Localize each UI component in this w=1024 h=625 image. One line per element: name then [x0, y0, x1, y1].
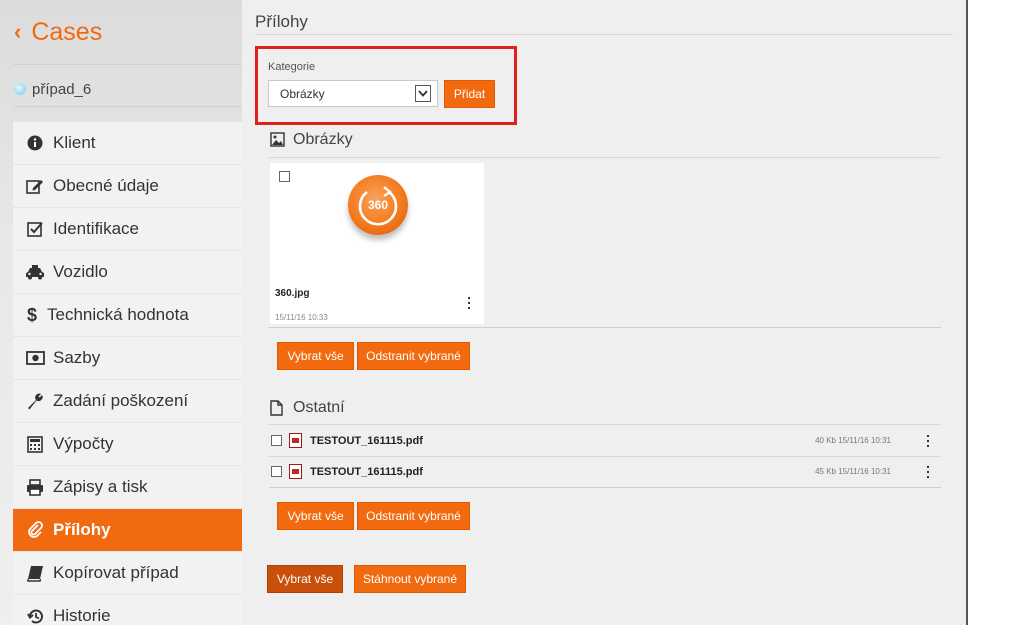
- sidebar-item-label: Obecné údaje: [53, 176, 159, 195]
- add-button[interactable]: Přidat: [444, 80, 495, 108]
- book-icon: [25, 563, 45, 583]
- file-more-options-icon[interactable]: [925, 466, 931, 478]
- sidebar-menu: Klient Obecné údaje Identifikace Vozidlo…: [13, 122, 242, 625]
- images-section-label: Obrázky: [293, 131, 353, 148]
- info-icon: [25, 133, 45, 153]
- sidebar-item-label: Klient: [53, 133, 96, 152]
- image-file-name: 360.jpg: [275, 288, 310, 299]
- sidebar: ‹ Cases případ_6 Klient Obecné údaje Ide…: [0, 0, 242, 625]
- checkbox-icon: [25, 219, 45, 239]
- calculator-icon: [25, 434, 45, 454]
- chevron-down-icon[interactable]: [415, 85, 431, 102]
- download-selected-button[interactable]: Stáhnout vybrané: [354, 565, 466, 593]
- sidebar-item-label: Zápisy a tisk: [53, 477, 148, 496]
- select-all-button[interactable]: Vybrat vše: [267, 565, 343, 593]
- other-section-label: Ostatní: [293, 399, 345, 416]
- file-more-options-icon[interactable]: [925, 435, 931, 447]
- sidebar-item-label: Přílohy: [53, 520, 111, 539]
- other-select-all-button[interactable]: Vybrat vše: [277, 502, 354, 530]
- image-icon: [270, 132, 286, 148]
- dollar-icon: $: [26, 304, 37, 325]
- sidebar-item-label: Sazby: [53, 348, 101, 367]
- history-icon: [25, 606, 45, 625]
- other-remove-selected-button[interactable]: Odstranit vybrané: [357, 502, 470, 530]
- case-name-row: případ_6: [14, 78, 91, 100]
- sidebar-item-label: Výpočty: [53, 434, 114, 453]
- wrench-icon: [25, 391, 45, 411]
- sidebar-item-label: Historie: [53, 606, 111, 625]
- case-name: případ_6: [32, 80, 92, 98]
- page-title: Přílohy: [255, 12, 308, 31]
- pdf-file-icon: [289, 433, 302, 448]
- file-icon: [270, 400, 286, 416]
- chevron-left-icon: ‹: [14, 19, 22, 44]
- sidebar-item-vypocty[interactable]: Výpočty: [13, 423, 242, 466]
- images-section-divider: [269, 157, 941, 158]
- sidebar-item-obecne-udaje[interactable]: Obecné údaje: [13, 165, 242, 208]
- images-select-all-button[interactable]: Vybrat vše: [277, 342, 354, 370]
- other-section-title: Ostatní: [270, 399, 345, 417]
- category-label: Kategorie: [268, 61, 316, 73]
- title-divider: [255, 34, 953, 35]
- file-meta: 40 Kb 15/11/16 10:31: [815, 436, 891, 445]
- file-name: TESTOUT_161115.pdf: [310, 465, 423, 478]
- money-icon: [25, 348, 45, 368]
- sidebar-item-kopirovat-pripad[interactable]: Kopírovat případ: [13, 552, 242, 595]
- pdf-file-icon: [289, 464, 302, 479]
- sidebar-item-zadani-poskozeni[interactable]: Zadání poškození: [13, 380, 242, 423]
- sidebar-item-zapisy-a-tisk[interactable]: Zápisy a tisk: [13, 466, 242, 509]
- category-select[interactable]: Obrázky: [268, 80, 438, 107]
- sidebar-item-technicka-hodnota[interactable]: $ Technická hodnota: [13, 294, 242, 337]
- images-section-title: Obrázky: [270, 131, 353, 149]
- sidebar-item-historie[interactable]: Historie: [13, 595, 242, 625]
- sidebar-item-vozidlo[interactable]: Vozidlo: [13, 251, 242, 294]
- sidebar-divider: [14, 64, 241, 65]
- file-list-divider: [269, 487, 941, 488]
- file-select-checkbox[interactable]: [271, 435, 282, 446]
- back-to-cases-link[interactable]: ‹ Cases: [14, 14, 102, 50]
- images-remove-selected-button[interactable]: Odstranit vybrané: [357, 342, 470, 370]
- sidebar-divider: [14, 106, 241, 107]
- image-thumbnail-card[interactable]: 360 360.jpg 15/11/16 10:33: [270, 163, 484, 324]
- content-right-border: [966, 0, 968, 625]
- file-list-item[interactable]: TESTOUT_161115.pdf 45 Kb 15/11/16 10:31: [269, 456, 941, 487]
- sidebar-item-label: Technická hodnota: [47, 305, 189, 324]
- file-select-checkbox[interactable]: [271, 466, 282, 477]
- images-list-divider: [269, 327, 941, 328]
- sidebar-item-label: Zadání poškození: [53, 391, 189, 410]
- case-status-icon: [14, 83, 26, 95]
- paperclip-icon: [25, 520, 45, 540]
- sidebar-item-prilohy[interactable]: Přílohy: [13, 509, 242, 552]
- category-selector-box: Kategorie Obrázky Přidat: [255, 46, 517, 125]
- category-select-value: Obrázky: [280, 86, 325, 101]
- image-thumbnail-preview: 360: [348, 175, 408, 235]
- image-select-checkbox[interactable]: [279, 171, 290, 182]
- print-icon: [25, 477, 45, 497]
- taxi-icon: [25, 262, 45, 282]
- sidebar-item-label: Vozidlo: [53, 262, 108, 281]
- edit-icon: [25, 176, 45, 196]
- sidebar-item-klient[interactable]: Klient: [13, 122, 242, 165]
- sidebar-item-label: Identifikace: [53, 219, 139, 238]
- image-more-options-icon[interactable]: [466, 297, 472, 309]
- sidebar-item-sazby[interactable]: Sazby: [13, 337, 242, 380]
- sidebar-item-label: Kopírovat případ: [53, 563, 179, 582]
- back-link-label: Cases: [31, 17, 103, 46]
- image-file-date: 15/11/16 10:33: [275, 313, 328, 322]
- file-name: TESTOUT_161115.pdf: [310, 434, 423, 447]
- main-panel: Přílohy Kategorie Obrázky Přidat Obrázky…: [242, 0, 966, 625]
- file-meta: 45 Kb 15/11/16 10:31: [815, 467, 891, 476]
- sidebar-item-identifikace[interactable]: Identifikace: [13, 208, 242, 251]
- file-list-item[interactable]: TESTOUT_161115.pdf 40 Kb 15/11/16 10:31: [269, 425, 941, 456]
